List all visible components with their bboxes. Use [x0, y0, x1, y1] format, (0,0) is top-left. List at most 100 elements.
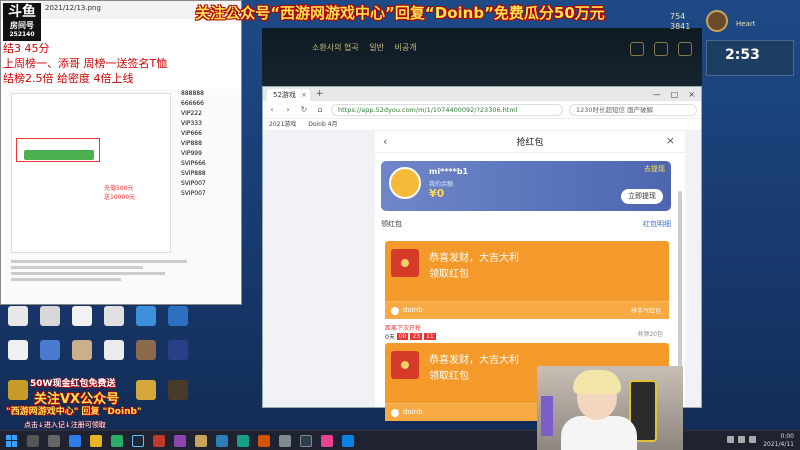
promo-line-3: "西游网游戏中心" 回复 "Doinb" — [6, 407, 142, 417]
desktop-icon[interactable] — [136, 380, 156, 400]
code-list: 888888 666666 VIP222 VIP333 VIP666 VIP88… — [181, 89, 237, 199]
tab-close-icon[interactable]: × — [301, 89, 307, 101]
game-nav: 소환사의 협곡 일반 비공개 — [312, 42, 425, 53]
app-icon[interactable] — [237, 434, 249, 447]
browser-tab[interactable]: 52游戏 × — [267, 89, 310, 101]
search-box[interactable]: 1230时长超短信 国产破解 — [569, 103, 697, 116]
desktop-icon[interactable] — [40, 306, 60, 326]
taskview-icon[interactable] — [48, 434, 60, 447]
user-name: mi****b1 — [429, 167, 469, 176]
desktop-icon[interactable] — [72, 306, 92, 326]
app-icon[interactable] — [153, 434, 165, 447]
code-item: SVIP007 — [181, 190, 206, 197]
game-nav-item[interactable]: 소환사의 협곡 — [312, 43, 359, 52]
browser-toolbar: ‹ › ↻ ⌂ https://app.52dyou.com/m/1/10744… — [263, 101, 701, 119]
bookmark-item[interactable]: Doinb 4月 — [308, 121, 337, 128]
packet-greeting: 恭喜发财，大吉大利 — [429, 355, 519, 366]
desktop-icon[interactable] — [168, 340, 188, 360]
code-item: VIP333 — [181, 120, 202, 127]
doc-green-button — [24, 150, 94, 160]
packet-footer: doinb 拼手气红包 — [385, 301, 669, 319]
desktop-icon[interactable] — [136, 306, 156, 326]
profile-name: Heart — [736, 20, 756, 28]
profile-avatar[interactable] — [706, 10, 728, 32]
desktop-icon[interactable] — [8, 380, 28, 400]
back-icon[interactable]: ‹ — [267, 105, 277, 115]
countdown-days: 0天 — [385, 334, 395, 341]
section-title: 领红包 — [381, 220, 402, 228]
game-nav-item[interactable]: 일반 — [369, 43, 384, 52]
screenshot-document: 充值500元 送10000元 888888 666666 VIP222 VIP3… — [5, 89, 241, 304]
countdown-minutes: 23 — [410, 333, 423, 340]
close-icon[interactable]: × — [666, 134, 675, 147]
app-icon[interactable] — [258, 434, 270, 447]
bookmarks-bar: 2021游戏 Doinb 4月 — [263, 119, 701, 131]
window-controls: — □ × — [653, 90, 701, 99]
browser-tabbar: 52游戏 × + — □ × — [263, 87, 701, 101]
packet-action[interactable]: 领取红包 — [429, 367, 469, 382]
tray-clock[interactable]: 0:00 2021/4/11 — [763, 433, 794, 449]
desktop-icon[interactable] — [168, 306, 188, 326]
home-icon[interactable]: ⌂ — [315, 105, 325, 115]
top-link[interactable]: 去提现 — [644, 164, 665, 174]
app-icon[interactable] — [342, 434, 354, 447]
game-client-header: 소환사의 협곡 일반 비공개 — [262, 28, 702, 88]
code-item: SVIP888 — [181, 170, 206, 177]
network-icon[interactable] — [727, 436, 734, 443]
page-title: 抢红包 — [516, 138, 544, 148]
reload-icon[interactable]: ↻ — [299, 105, 309, 115]
app-icon[interactable] — [174, 434, 186, 447]
doc-text-lines — [11, 257, 231, 284]
steam-icon[interactable] — [132, 434, 144, 447]
doc-highlight-2: 送10000元 — [104, 194, 136, 201]
app-icon[interactable] — [300, 434, 312, 447]
code-item: VIP999 — [181, 150, 202, 157]
page-scrollbar[interactable] — [678, 191, 682, 371]
forward-icon[interactable]: › — [283, 105, 293, 115]
promo-line-4: 点击↓进入记↓注册可领取 — [24, 421, 106, 429]
packet-action[interactable]: 领取红包 — [429, 265, 469, 280]
desktop-icon[interactable] — [8, 306, 28, 326]
red-envelope-icon — [391, 249, 419, 277]
tray-icons — [727, 436, 756, 443]
packet-user: doinb — [403, 408, 423, 416]
maximize-icon[interactable]: □ — [671, 90, 679, 99]
app-icon[interactable] — [321, 434, 333, 447]
browser-icon[interactable] — [69, 434, 81, 447]
tray-date: 2021/4/11 — [763, 441, 794, 448]
game-nav-item[interactable]: 비공개 — [395, 43, 417, 52]
desktop-icon[interactable] — [8, 340, 28, 360]
code-item: 666666 — [181, 100, 204, 107]
app-icon[interactable] — [216, 434, 228, 447]
stream-banner: 关注公众号“西游网游戏中心”回复“Doinb”免费瓜分50万元 — [195, 4, 605, 22]
section-link[interactable]: 红包明细 — [643, 219, 671, 229]
address-bar[interactable]: https://app.52dyou.com/m/1/1074400092/?2… — [331, 103, 563, 116]
app-icon[interactable] — [279, 434, 291, 447]
bookmark-item[interactable]: 2021游戏 — [269, 121, 296, 128]
ime-icon[interactable] — [749, 436, 756, 443]
logo-num: 252140 — [9, 31, 35, 38]
desktop-icon[interactable] — [136, 340, 156, 360]
desktop-icon[interactable] — [104, 306, 124, 326]
desktop-icon[interactable] — [72, 340, 92, 360]
countdown-row: 距离下次开抢 0天 00 23 11 共领20包 — [385, 323, 669, 345]
doc-phone-screenshot: 充值500元 送10000元 — [11, 93, 171, 253]
desktop-icon[interactable] — [40, 340, 60, 360]
start-icon[interactable] — [6, 434, 18, 447]
browser-window[interactable]: 52游戏 × + — □ × ‹ › ↻ ⌂ https://app.52dyo… — [262, 86, 702, 421]
desktop-icon[interactable] — [104, 340, 124, 360]
back-arrow-icon[interactable]: ‹ — [383, 135, 387, 148]
withdraw-button[interactable]: 立即提现 — [621, 189, 663, 204]
red-packet-card[interactable]: 恭喜发财，大吉大利 领取红包 doinb 拼手气红包 — [385, 241, 669, 319]
game-icon[interactable] — [195, 434, 207, 447]
new-tab-icon[interactable]: + — [316, 89, 324, 99]
countdown-seconds: 11 — [424, 333, 436, 340]
image-viewer-window[interactable]: 2021/12/13.png 斗鱼 房间号 252140 结3 45分 上周榜一… — [0, 0, 242, 305]
explorer-icon[interactable] — [90, 434, 102, 447]
volume-icon[interactable] — [738, 436, 745, 443]
close-icon[interactable]: × — [688, 90, 695, 99]
minimize-icon[interactable]: — — [653, 90, 661, 99]
wechat-icon[interactable] — [111, 434, 123, 447]
search-icon[interactable] — [27, 434, 39, 447]
desktop-icon[interactable] — [168, 380, 188, 400]
